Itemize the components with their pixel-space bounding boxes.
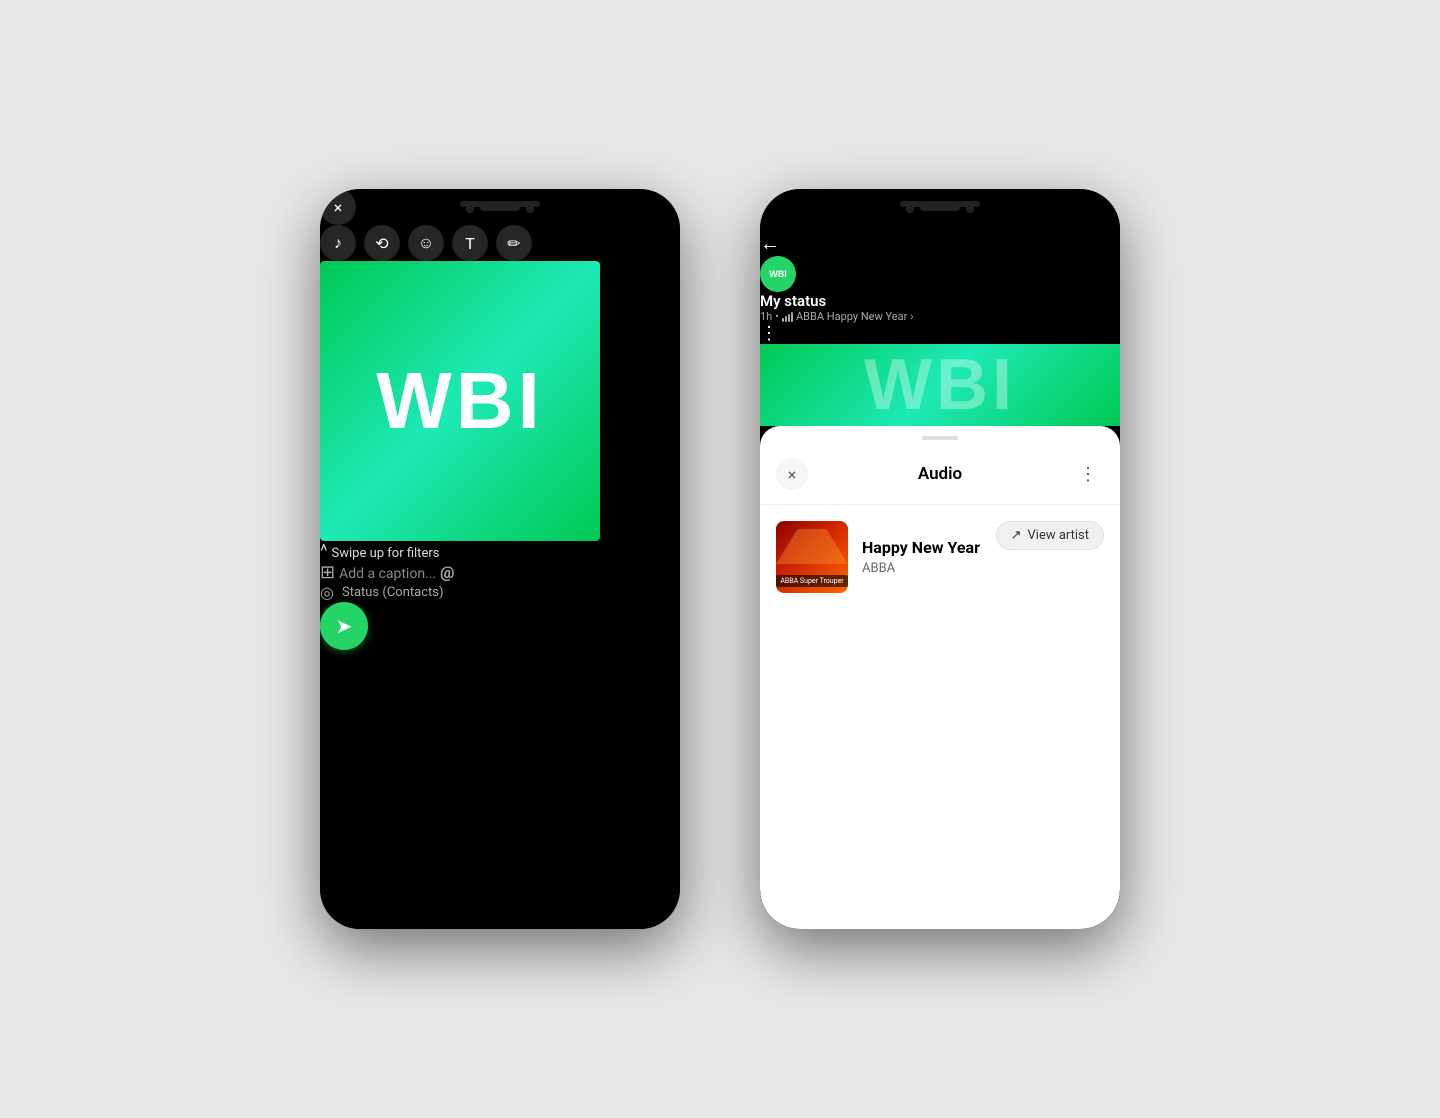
camera-dot2 [526,205,534,213]
wbi-logo2: WBI [864,344,1016,426]
image-caption-icon: ⊞ [320,562,335,583]
mention-icon[interactable]: @ [440,563,454,582]
phone1-wrapper: × ♪ ⟲ ☺ T ✏ [320,189,680,929]
crop-icon: ⟲ [375,234,388,253]
status-time: 1h [760,310,772,323]
speaker [480,205,520,211]
phone1-screen: × ♪ ⟲ ☺ T ✏ [320,189,680,929]
text-button[interactable]: T [452,225,488,261]
camera-dot4 [966,205,974,213]
close-icon: × [334,198,343,217]
media-area: WBI [320,261,680,541]
contacts-icon: ◎ [320,583,334,602]
external-link-icon: ↗ [1011,528,1022,543]
emoji-icon: ☺ [418,233,434,253]
phone1-frame: × ♪ ⟲ ☺ T ✏ [320,189,680,929]
chevron-right-icon: › [910,310,913,323]
album-label: ABBA Super Trouper [776,575,847,587]
sheet-more-button[interactable]: ⋮ [1072,458,1104,490]
swipe-filters-label: Swipe up for filters [332,546,440,561]
camera-dot [466,205,474,213]
camera-notch2 [906,205,974,213]
sheet-title: Audio [918,464,962,484]
toolbar-right-icons: ♪ ⟲ ☺ T ✏ [320,225,680,261]
music-icon: ♪ [334,233,342,253]
camera-notch [466,205,534,213]
wbi-logo: WBI [376,355,544,447]
pen-button[interactable]: ✏ [496,225,532,261]
sheet-drag-handle[interactable] [922,436,958,440]
status-sub: 1h • ABBA Happy New Year › [760,310,1120,323]
view-artist-label: View artist [1028,528,1090,543]
wbi-image2: WBI [760,344,1120,426]
header-info: My status 1h • ABBA Happy New Year › [760,292,1120,323]
track-artist: ABBA [862,561,980,576]
sheet-close-button[interactable]: × [776,458,808,490]
view-artist-button[interactable]: ↗ View artist [996,521,1104,550]
send-button[interactable]: ➤ [320,602,368,650]
sheet-header: × Audio ⋮ [760,454,1120,505]
signal-icon [782,312,793,322]
avatar: WBI [760,256,796,292]
emoji-button[interactable]: ☺ [408,225,444,261]
bottom-bar: ◎ Status (Contacts) ➤ [320,583,680,650]
music-button[interactable]: ♪ [320,225,356,261]
track-info: Happy New Year ABBA [862,538,980,576]
caption-input[interactable]: Add a caption... [339,566,436,582]
caption-bar[interactable]: ⊞ Add a caption... @ [320,562,680,583]
phone2-frame: ← WBI My status 1h • ABBA Happy New Year… [760,189,1120,929]
swipe-arrow-icon: ^ [320,541,328,562]
status-contacts-label: Status (Contacts) [342,585,444,600]
phone2-wrapper: ← WBI My status 1h • ABBA Happy New Year… [760,189,1120,929]
status-header: ← WBI My status 1h • ABBA Happy New Year… [760,231,1120,344]
album-art: ABBA Super Trouper [776,521,848,593]
camera-dot3 [906,205,914,213]
status-media-area: WBI [760,344,1120,426]
phone2-screen: ← WBI My status 1h • ABBA Happy New Year… [760,189,1120,929]
swipe-filters-area[interactable]: ^ Swipe up for filters [320,541,680,562]
dot-separator: • [775,310,779,323]
status-contacts[interactable]: ◎ Status (Contacts) [320,583,680,602]
close-icon: × [788,465,797,484]
song-info: ABBA Happy New Year [796,310,907,323]
back-button[interactable]: ← [760,231,780,255]
close-button[interactable]: × [320,189,356,225]
send-icon: ➤ [336,614,353,638]
more-options-button[interactable]: ⋮ [760,323,778,344]
text-icon: T [465,234,475,253]
pen-icon: ✏ [507,234,520,253]
status-name: My status [760,292,1120,310]
speaker2 [920,205,960,211]
audio-bottom-sheet: × Audio ⋮ ABBA Super Trouper ↗ View arti… [760,426,1120,929]
crop-button[interactable]: ⟲ [364,225,400,261]
more-dots-icon: ⋮ [1079,464,1097,485]
wbi-image: WBI [320,261,600,541]
track-name: Happy New Year [862,538,980,557]
audio-track-item: ABBA Super Trouper ↗ View artist Happy N… [760,505,1120,609]
editor-toolbar: × ♪ ⟲ ☺ T ✏ [320,189,680,261]
